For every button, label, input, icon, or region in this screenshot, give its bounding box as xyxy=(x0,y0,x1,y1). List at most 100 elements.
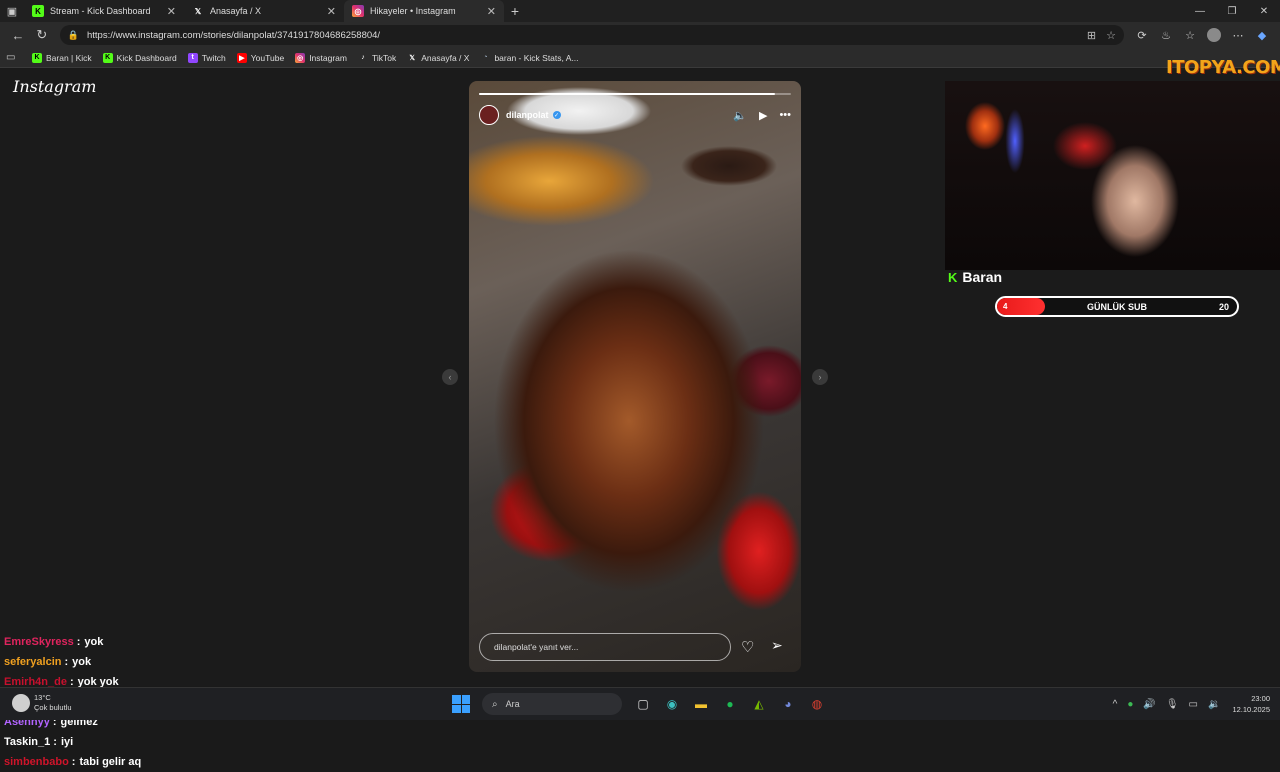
copilot-icon[interactable]: ◆ xyxy=(1250,29,1274,42)
story-viewer[interactable]: dilanpolat ✓ 🔈 ▶ ••• dilanpolat'e yanıt … xyxy=(469,81,801,672)
story-username[interactable]: dilanpolat xyxy=(506,110,549,120)
weather-desc: Çok bulutlu xyxy=(34,703,72,712)
more-options-icon[interactable]: ••• xyxy=(779,109,791,121)
bookmark-kick-dashboard[interactable]: K Kick Dashboard xyxy=(102,52,177,63)
story-progress-bar xyxy=(479,93,791,95)
bookmarks-bar: ▭ K Baran | Kick K Kick Dashboard t Twitch … xyxy=(0,48,1280,68)
close-window-icon[interactable]: ✕ xyxy=(1248,0,1280,22)
bookmark-label: Instagram xyxy=(309,52,347,63)
tab-instagram-stories[interactable]: ◎ Hikayeler • Instagram ✕ xyxy=(344,0,504,22)
kick-icon: K xyxy=(948,269,958,285)
close-tab-icon[interactable]: ✕ xyxy=(167,5,176,18)
play-icon[interactable]: ▶ xyxy=(759,109,767,122)
story-progress-fill xyxy=(479,93,776,95)
chat-text: yok xyxy=(84,636,104,648)
chat-separator: : xyxy=(76,636,81,648)
bookmark-x[interactable]: 𝕏 Anasayfa / X xyxy=(407,53,469,63)
address-bar[interactable]: 🔒 https://www.instagram.com/stories/dila… xyxy=(59,25,1125,45)
favorite-star-icon[interactable]: ☆ xyxy=(1106,29,1116,42)
twitch-icon: t xyxy=(187,52,198,63)
more-menu-icon[interactable]: ⋯ xyxy=(1226,29,1250,42)
chat-separator: : xyxy=(64,656,69,668)
browser-essentials-icon[interactable]: ♨ xyxy=(1154,29,1178,42)
previous-story-button[interactable]: ‹ xyxy=(442,369,458,385)
streamer-label: K Baran xyxy=(948,269,1002,285)
tab-actions-icon[interactable]: ▣ xyxy=(0,0,24,22)
volume-icon[interactable]: 🔉 xyxy=(1208,699,1220,710)
app-available-icon[interactable]: ⊞ xyxy=(1087,29,1096,42)
profile-avatar[interactable] xyxy=(1207,28,1222,42)
close-tab-icon[interactable]: ✕ xyxy=(487,5,496,18)
bookmark-label: TikTok xyxy=(371,52,397,63)
tab-title: Hikayeler • Instagram xyxy=(370,6,456,16)
bookmark-youtube[interactable]: ▶ YouTube xyxy=(236,52,285,63)
refresh-icon[interactable]: ↻ xyxy=(30,24,54,46)
spotify-icon[interactable]: ● xyxy=(719,693,741,715)
streamer-name: Baran xyxy=(962,269,1003,285)
tab-title: Stream - Kick Dashboard xyxy=(50,6,151,16)
youtube-icon: ▶ xyxy=(236,52,247,63)
sidebar-toggle-icon[interactable]: ▭ xyxy=(6,52,20,63)
bookmark-tiktok[interactable]: ♪ TikTok xyxy=(358,53,396,63)
chat-username[interactable]: simbenbabo xyxy=(4,756,69,768)
restore-icon[interactable]: ❐ xyxy=(1216,0,1248,22)
favorites-icon[interactable]: ☆ xyxy=(1178,29,1202,42)
tab-x-home[interactable]: 𝕏 Anasayfa / X ✕ xyxy=(184,0,344,22)
clock-time: 23:00 xyxy=(1251,694,1270,703)
tab-kick-dashboard[interactable]: K Stream - Kick Dashboard ✕ xyxy=(24,0,184,22)
sub-goal-target: 20 xyxy=(1218,301,1229,312)
taskbar-search[interactable]: ⌕ Ara xyxy=(482,693,622,715)
chrome-icon[interactable]: ◍ xyxy=(806,693,828,715)
like-heart-icon[interactable]: ♡ xyxy=(741,638,754,656)
instagram-logo[interactable]: Instagram xyxy=(13,77,96,96)
weather-text: 13°C Çok bulutlu xyxy=(34,693,72,713)
chat-message: simbenbabo: tabi gelir aq xyxy=(4,752,404,772)
task-view-icon[interactable]: ▢ xyxy=(632,693,654,715)
new-tab-button[interactable]: + xyxy=(504,0,526,22)
cloud-icon xyxy=(12,694,30,712)
taskbar-clock[interactable]: 23:00 12.10.2025 xyxy=(1232,693,1270,715)
display-icon[interactable]: ▭ xyxy=(1189,699,1198,710)
microphone-icon[interactable]: 🎙 xyxy=(1166,699,1179,710)
chat-username[interactable]: Taskin_1 xyxy=(4,736,50,748)
instagram-icon: ◎ xyxy=(295,52,306,63)
sponsor-logo: ITOPYA.COM xyxy=(1166,57,1280,78)
chat-separator: : xyxy=(71,756,76,768)
minimize-icon[interactable]: — xyxy=(1184,0,1216,22)
edge-icon[interactable]: ◉ xyxy=(661,693,683,715)
bookmark-label: Twitch xyxy=(201,52,226,63)
chat-username[interactable]: EmreSkyress xyxy=(4,636,74,648)
windows-start-icon[interactable] xyxy=(452,695,470,713)
bookmark-label: YouTube xyxy=(250,52,285,63)
navigation-bar: ← ↻ 🔒 https://www.instagram.com/stories/… xyxy=(0,22,1280,48)
next-story-button[interactable]: › xyxy=(812,369,828,385)
lock-icon[interactable]: 🔒 xyxy=(68,30,79,41)
nvidia-icon[interactable]: ◭ xyxy=(748,693,770,715)
file-explorer-icon[interactable]: ▬ xyxy=(690,693,712,715)
extensions-icon[interactable]: ⟳ xyxy=(1130,29,1154,42)
volume-icon[interactable]: 🔈 xyxy=(733,109,747,122)
tab-title: Anasayfa / X xyxy=(210,6,262,16)
chat-message: EmreSkyress: yok xyxy=(4,632,404,652)
status-dot-icon[interactable]: ● xyxy=(1127,699,1133,710)
bookmark-kick-stats[interactable]: ◔ baran - Kick Stats, A... xyxy=(480,53,578,63)
kick-icon: K xyxy=(32,5,44,17)
sub-goal-label: GÜNLÜK SUB xyxy=(1087,301,1147,312)
verified-badge-icon: ✓ xyxy=(552,111,561,119)
discord-icon[interactable]: ◕ xyxy=(777,693,799,715)
search-label: Ara xyxy=(505,699,520,709)
story-reply-input[interactable]: dilanpolat'e yanıt ver... xyxy=(479,633,731,661)
close-tab-icon[interactable]: ✕ xyxy=(327,5,336,18)
bookmark-instagram[interactable]: ◎ Instagram xyxy=(295,52,347,63)
bookmark-label: baran - Kick Stats, A... xyxy=(494,52,579,63)
speaker-icon[interactable]: 🔊 xyxy=(1143,699,1155,710)
avatar[interactable] xyxy=(479,105,499,125)
weather-widget[interactable]: 13°C Çok bulutlu xyxy=(12,693,72,713)
send-icon[interactable]: ➢ xyxy=(771,637,783,654)
chat-username[interactable]: seferyalcin xyxy=(4,656,61,668)
back-icon[interactable]: ← xyxy=(6,24,30,46)
chevron-up-icon[interactable]: ^ xyxy=(1113,699,1118,710)
bookmark-baran-kick[interactable]: K Baran | Kick xyxy=(32,52,92,63)
x-icon: 𝕏 xyxy=(409,54,416,62)
bookmark-twitch[interactable]: t Twitch xyxy=(187,52,226,63)
